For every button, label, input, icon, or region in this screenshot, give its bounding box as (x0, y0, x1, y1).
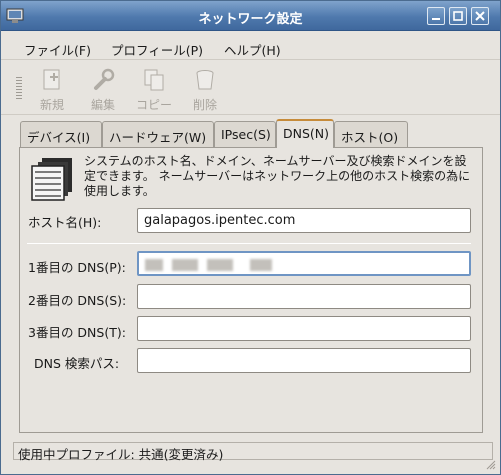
dns-table-icon (31, 158, 72, 201)
hostname-label: ホスト名(H): (28, 215, 102, 230)
separator (27, 243, 471, 244)
tab-dns[interactable]: DNS(N) (276, 119, 334, 148)
dns1-field[interactable] (137, 251, 471, 276)
new-icon (43, 69, 60, 90)
menu-help[interactable]: ヘルプ(H) (224, 40, 281, 59)
dns2-label: 2番目の DNS(S): (28, 293, 127, 308)
redacted-block (145, 258, 163, 271)
dns-tab-panel: システムのホスト名、ドメイン、ネームサーバー及び検索ドメインを設定できます。 ネ… (19, 147, 483, 433)
search-path-label: DNS 検索パス: (34, 356, 120, 371)
wrench-icon (94, 68, 115, 90)
copy-button[interactable]: コピー (131, 65, 177, 112)
network-settings-window: ネットワーク設定 ファイル(F) プロフィール(P) ヘルプ(H) 新規 編集 … (0, 0, 501, 475)
hostname-field[interactable]: galapagos.ipentec.com (137, 208, 471, 233)
redacted-block (207, 258, 234, 271)
maximize-button[interactable] (449, 7, 467, 25)
redacted-block (250, 258, 273, 271)
toolbar: 新規 編集 コピー 削除 (1, 61, 500, 115)
dns2-field[interactable] (137, 284, 471, 309)
dns3-field[interactable] (137, 316, 471, 341)
tab-devices[interactable]: デバイス(I) (20, 121, 102, 147)
menu-file[interactable]: ファイル(F) (24, 40, 91, 59)
minimize-button[interactable] (427, 7, 445, 25)
trash-icon (196, 70, 214, 90)
redacted-block (172, 258, 199, 271)
menu-bar: ファイル(F) プロフィール(P) ヘルプ(H) (1, 32, 500, 60)
close-button[interactable] (471, 7, 489, 25)
edit-label: 編集 (90, 98, 115, 112)
tab-hardware[interactable]: ハードウェア(W) (102, 121, 214, 147)
edit-button[interactable]: 編集 (80, 65, 126, 112)
delete-label: 削除 (192, 98, 217, 112)
copy-label: コピー (135, 98, 172, 112)
menu-profile[interactable]: プロフィール(P) (111, 40, 203, 59)
toolbar-grip-handle[interactable] (16, 77, 22, 99)
dns3-label: 3番目の DNS(T): (28, 325, 126, 340)
status-bar: 使用中プロファイル: 共通(変更済み) (13, 442, 493, 462)
title-bar[interactable]: ネットワーク設定 (1, 1, 500, 31)
tab-ipsec[interactable]: IPsec(S) (214, 121, 276, 147)
new-button[interactable]: 新規 (29, 65, 75, 112)
dns-description: システムのホスト名、ドメイン、ネームサーバー及び検索ドメインを設定できます。 ネ… (84, 154, 471, 198)
resize-grip-icon[interactable] (486, 460, 496, 470)
minimize-icon (432, 18, 440, 20)
window-title: ネットワーク設定 (198, 12, 303, 27)
copy-icon (144, 69, 164, 91)
dns1-label: 1番目の DNS(P): (28, 260, 126, 275)
delete-button[interactable]: 削除 (182, 65, 228, 112)
tab-hosts[interactable]: ホスト(O) (334, 121, 408, 147)
maximize-icon (453, 11, 463, 21)
close-icon (475, 11, 485, 21)
search-path-field[interactable] (137, 348, 471, 373)
new-label: 新規 (39, 98, 64, 112)
